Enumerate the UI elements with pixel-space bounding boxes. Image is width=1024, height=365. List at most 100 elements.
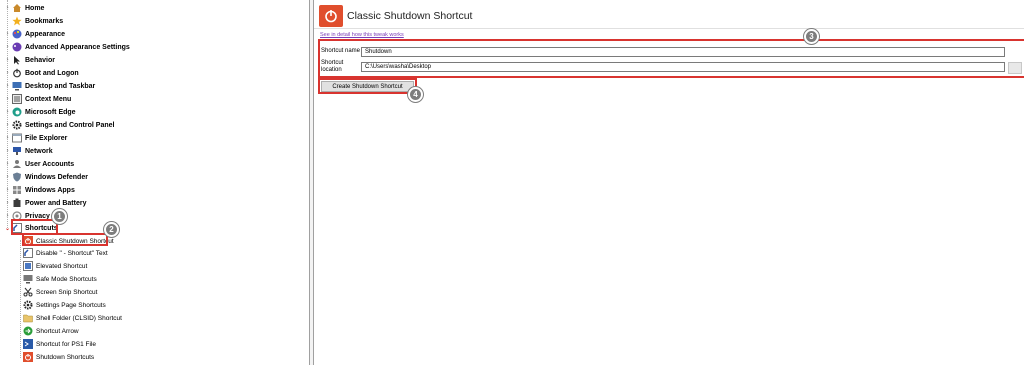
tree-item-label: User Accounts [25, 160, 75, 168]
tree-subitem-disable-shortcut-text[interactable]: Disable " - Shortcut" Text [23, 247, 108, 259]
tree-item-label: Shortcut for PS1 File [36, 340, 96, 348]
expand-arrow-icon[interactable]: › [3, 31, 12, 37]
tree-subitem-ps1-file[interactable]: Shortcut for PS1 File [23, 338, 96, 350]
battery-icon [12, 198, 22, 208]
expand-arrow-icon[interactable]: › [3, 5, 12, 11]
expand-arrow-icon[interactable]: › [3, 122, 12, 128]
tree-subitem-settings-page[interactable]: Settings Page Shortcuts [23, 299, 106, 311]
scissors-icon [23, 287, 33, 297]
expand-arrow-icon[interactable]: › [3, 161, 12, 167]
tree-item-settings-control-panel[interactable]: › Settings and Control Panel [3, 119, 114, 131]
tree-item-label: Windows Defender [25, 173, 88, 181]
expand-arrow-icon[interactable]: › [3, 70, 12, 76]
expand-arrow-icon[interactable]: › [3, 44, 12, 50]
monitor-icon [23, 274, 33, 284]
tree-item-label: File Explorer [25, 134, 68, 142]
tree-item-label: Desktop and Taskbar [25, 82, 96, 90]
tree-item-bookmarks[interactable]: Bookmarks [3, 15, 63, 27]
tree-item-label: Screen Snip Shortcut [36, 288, 98, 296]
tree-item-label: Shell Folder (CLSID) Shortcut [36, 314, 122, 322]
powershell-icon [23, 339, 33, 349]
menu-icon [12, 94, 22, 104]
tree-item-windows-apps[interactable]: › Windows Apps [3, 184, 75, 196]
tree-item-boot-logon[interactable]: › Boot and Logon [3, 67, 79, 79]
classic-shutdown-highlight [22, 233, 108, 246]
network-icon [12, 146, 22, 156]
tree-item-label: Context Menu [25, 95, 72, 103]
expand-arrow-icon[interactable]: › [3, 96, 12, 102]
tree-subitem-shortcut-arrow[interactable]: Shortcut Arrow [23, 325, 79, 337]
expand-arrow-icon[interactable]: › [3, 148, 12, 154]
tree-item-label: Advanced Appearance Settings [25, 43, 130, 51]
tree-item-label: Settings and Control Panel [25, 121, 115, 129]
tree-subitem-shell-folder[interactable]: Shell Folder (CLSID) Shortcut [23, 312, 122, 324]
tree-item-label: Power and Battery [25, 199, 87, 207]
tree-item-advanced-appearance[interactable]: › Advanced Appearance Settings [3, 41, 130, 53]
expand-arrow-icon[interactable]: › [3, 187, 12, 193]
page-title: Classic Shutdown Shortcut [347, 10, 473, 22]
create-shutdown-shortcut-button[interactable]: Create Shutdown Shortcut [321, 81, 414, 92]
tree-subitem-screen-snip[interactable]: Screen Snip Shortcut [23, 286, 97, 298]
expand-arrow-icon[interactable]: › [3, 83, 12, 89]
folder-icon [12, 133, 22, 143]
step-badge-3: 3 [804, 29, 819, 44]
tree-item-windows-defender[interactable]: › Windows Defender [3, 171, 88, 183]
header-divider [314, 28, 1024, 29]
tree-item-home[interactable]: › Home [3, 2, 44, 14]
admin-icon [23, 261, 33, 271]
monitor-icon [12, 81, 22, 91]
tree-item-label: Network [25, 147, 53, 155]
tree-item-label: Boot and Logon [25, 69, 79, 77]
subtree-guide-line [20, 240, 21, 358]
shutdown-icon [319, 5, 343, 27]
palette-icon [12, 42, 22, 52]
tree-subitem-safe-mode[interactable]: Safe Mode Shortcuts [23, 273, 97, 285]
tree-item-power-battery[interactable]: › Power and Battery [3, 197, 86, 209]
tree-item-context-menu[interactable]: › Context Menu [3, 93, 71, 105]
home-icon [12, 3, 22, 13]
tree-item-user-accounts[interactable]: › User Accounts [3, 158, 74, 170]
shortcut-location-field[interactable]: C:\Users\washa\Desktop [361, 62, 1005, 72]
tree-subitem-elevated-shortcut[interactable]: Elevated Shortcut [23, 260, 87, 272]
shutdown-icon [23, 352, 33, 362]
shortcut-location-label-line2: location [321, 67, 342, 73]
tree-item-label: Disable " - Shortcut" Text [36, 249, 108, 257]
tree-item-label: Microsoft Edge [25, 108, 76, 116]
edge-icon [12, 107, 22, 117]
shortcut-icon [23, 248, 33, 258]
tree-item-label: Home [25, 4, 45, 12]
shield-icon [12, 172, 22, 182]
tree-item-microsoft-edge[interactable]: › Microsoft Edge [3, 106, 76, 118]
expand-arrow-icon[interactable]: › [3, 57, 12, 63]
tree-item-label: Bookmarks [25, 17, 64, 25]
arrow-icon [23, 326, 33, 336]
tree-item-file-explorer[interactable]: › File Explorer [3, 132, 67, 144]
step-badge-4: 4 [408, 87, 423, 102]
tree-item-behavior[interactable]: › Behavior [3, 54, 55, 66]
expand-arrow-icon[interactable]: › [3, 135, 12, 141]
tree-item-label: Settings Page Shortcuts [36, 301, 106, 309]
tree-item-label: Safe Mode Shortcuts [36, 275, 97, 283]
shortcut-name-label: Shortcut name [321, 48, 361, 54]
tree-item-label: Elevated Shortcut [36, 262, 88, 270]
shortcut-name-field[interactable]: Shutdown [361, 47, 1005, 57]
expand-arrow-icon[interactable]: › [3, 174, 12, 180]
tree-item-network[interactable]: › Network [3, 145, 53, 157]
tree-item-label: Shortcut Arrow [36, 327, 79, 335]
star-icon [12, 16, 22, 26]
step-badge-1: 1 [52, 209, 67, 224]
tree-item-appearance[interactable]: › Appearance [3, 28, 65, 40]
tree-item-desktop-taskbar[interactable]: › Desktop and Taskbar [3, 80, 95, 92]
tree-item-label: Behavior [25, 56, 55, 64]
palette-icon [12, 29, 22, 39]
tree-subitem-shutdown-shortcuts[interactable]: Shutdown Shortcuts [23, 351, 94, 363]
expand-arrow-icon[interactable]: › [3, 200, 12, 206]
gear-icon [12, 120, 22, 130]
apps-icon [12, 185, 22, 195]
browse-location-button[interactable] [1008, 62, 1022, 74]
tweak-details-link[interactable]: See in detail how this tweak works [320, 32, 404, 38]
navigation-tree[interactable]: › Home Bookmarks › Appearance › Advanced… [0, 0, 309, 365]
shortcut-location-label-line1: Shortcut [321, 60, 344, 66]
shortcut-fields-highlight [318, 39, 1024, 78]
expand-arrow-icon[interactable]: › [3, 109, 12, 115]
